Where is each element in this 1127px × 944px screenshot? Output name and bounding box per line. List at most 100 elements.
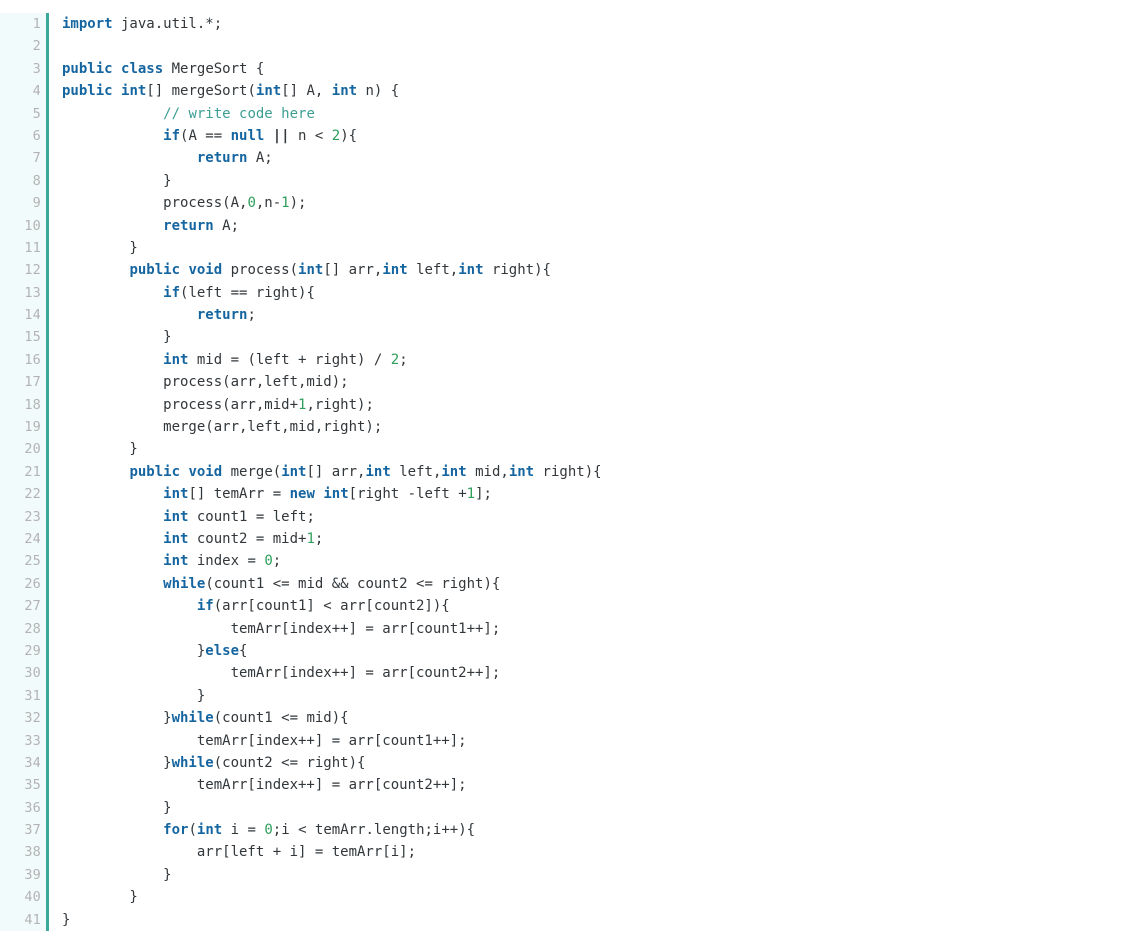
code-line[interactable]: arr[left + i] = temArr[i]; (62, 841, 1127, 863)
code-line[interactable]: } (62, 237, 1127, 259)
code-token-pl: mid, (466, 463, 509, 480)
code-token-pl: (count2 <= right){ (213, 754, 366, 771)
code-line[interactable]: } (62, 326, 1127, 348)
code-token-num: 2 (331, 127, 341, 144)
code-line[interactable]: } (62, 170, 1127, 192)
code-token-pl: } (62, 754, 172, 771)
code-line[interactable]: } (62, 797, 1127, 819)
code-line[interactable]: int[] temArr = new int[right -left +1]; (62, 483, 1127, 505)
line-number: 11 (24, 239, 41, 256)
code-line[interactable]: if(left == right){ (62, 282, 1127, 304)
code-token-pl: process(A, (62, 195, 248, 212)
code-line[interactable]: process(arr,mid+1,right); (62, 394, 1127, 416)
code-token-kw: int (458, 262, 484, 279)
line-number: 25 (24, 553, 41, 570)
code-line[interactable]: public int[] mergeSort(int[] A, int n) { (62, 80, 1127, 102)
code-token-kw: public (62, 60, 113, 77)
code-line[interactable]: int count2 = mid+1; (62, 528, 1127, 550)
line-number: 12 (24, 262, 41, 279)
code-token-kw: int (281, 463, 307, 480)
code-line[interactable]: import java.util.*; (62, 13, 1127, 35)
code-token-kw: int (382, 262, 408, 279)
code-token-kw: int (121, 83, 147, 100)
code-token-pl: process(arr,left,mid); (62, 374, 349, 391)
code-token-kw: void (188, 463, 223, 480)
code-line[interactable]: } (62, 886, 1127, 908)
code-token-pl: [] arr, (323, 262, 383, 279)
code-token-pl: } (62, 642, 206, 659)
line-number: 17 (24, 374, 41, 391)
code-token-pl: n < (289, 127, 332, 144)
code-line[interactable]: return A; (62, 147, 1127, 169)
line-number: 22 (24, 486, 41, 503)
line-number: 2 (32, 38, 41, 55)
code-line[interactable]: temArr[index++] = arr[count1++]; (62, 618, 1127, 640)
line-number: 6 (32, 127, 41, 144)
code-line[interactable]: }while(count2 <= right){ (62, 752, 1127, 774)
code-line[interactable]: temArr[index++] = arr[count2++]; (62, 662, 1127, 684)
code-line[interactable]: public void merge(int[] arr,int left,int… (62, 461, 1127, 483)
code-token-pl: mid = (left + right) / (188, 351, 391, 368)
code-token-kw: public (129, 262, 181, 279)
code-line[interactable]: for(int i = 0;i < temArr.length;i++){ (62, 819, 1127, 841)
code-line[interactable]: merge(arr,left,mid,right); (62, 416, 1127, 438)
code-line[interactable]: int index = 0; (62, 550, 1127, 572)
line-number: 28 (24, 620, 41, 637)
code-token-pl: temArr[index++] = arr[count2++]; (62, 777, 467, 794)
code-line[interactable]: } (62, 864, 1127, 886)
code-token-pl: } (62, 239, 138, 256)
code-line[interactable]: }while(count1 <= mid){ (62, 707, 1127, 729)
code-line[interactable]: public void process(int[] arr,int left,i… (62, 259, 1127, 281)
code-line[interactable] (62, 35, 1127, 57)
code-line[interactable]: public class MergeSort { (62, 58, 1127, 80)
code-line[interactable]: if(arr[count1] < arr[count2]){ (62, 595, 1127, 617)
line-number: 38 (24, 844, 41, 861)
code-content-area[interactable]: import java.util.*; public class MergeSo… (49, 13, 1127, 931)
line-number: 37 (24, 822, 41, 839)
code-line[interactable]: if(A == null || n < 2){ (62, 125, 1127, 147)
code-line[interactable]: int mid = (left + right) / 2; (62, 349, 1127, 371)
code-token-pl: java.util.*; (112, 16, 223, 32)
code-line[interactable]: return A; (62, 215, 1127, 237)
line-number: 3 (32, 60, 41, 77)
code-token-kw: int (163, 553, 189, 570)
code-token-pl: ); (289, 195, 307, 212)
code-token-kw: int (331, 83, 358, 100)
code-token-kw: int (163, 508, 189, 525)
code-line[interactable]: int count1 = left; (62, 506, 1127, 528)
code-token-pl: (count1 <= mid && count2 <= right){ (205, 575, 501, 592)
code-token-kw: void (188, 262, 223, 279)
code-token-kw: if (163, 127, 181, 144)
code-token-pl: arr[left + i] = temArr[i]; (62, 844, 417, 861)
code-line[interactable]: while(count1 <= mid && count2 <= right){ (62, 573, 1127, 595)
code-token-pl: ; (247, 307, 256, 324)
code-line[interactable]: }else{ (62, 640, 1127, 662)
code-line[interactable]: } (62, 909, 1127, 931)
line-number: 19 (24, 419, 41, 436)
line-number: 4 (32, 83, 41, 100)
code-line[interactable]: temArr[index++] = arr[count2++]; (62, 774, 1127, 796)
code-token-kw: int (163, 351, 189, 368)
code-line[interactable]: process(arr,left,mid); (62, 371, 1127, 393)
code-line[interactable]: return; (62, 304, 1127, 326)
code-token-pl: process(arr,mid+ (62, 396, 299, 413)
code-line[interactable]: } (62, 685, 1127, 707)
code-token-kw: int (365, 463, 391, 480)
line-number: 9 (32, 195, 41, 212)
line-number: 40 (24, 889, 41, 906)
code-line[interactable]: // write code here (62, 103, 1127, 125)
code-token-pl: right){ (534, 463, 602, 480)
line-number: 13 (24, 284, 41, 301)
code-line[interactable]: process(A,0,n-1); (62, 192, 1127, 214)
code-editor[interactable]: 1 2 3 4 5 6 7 8 9 10 11 12 13 14 15 16 17 18 19 20 21 22 23 24 2… (0, 0, 1127, 944)
line-number: 32 (24, 710, 41, 727)
line-number: 21 (24, 463, 41, 480)
code-line[interactable]: temArr[index++] = arr[count1++]; (62, 730, 1127, 752)
code-token-kw: import (62, 16, 113, 32)
code-token-pl: n) { (357, 83, 400, 100)
code-line[interactable]: } (62, 438, 1127, 460)
